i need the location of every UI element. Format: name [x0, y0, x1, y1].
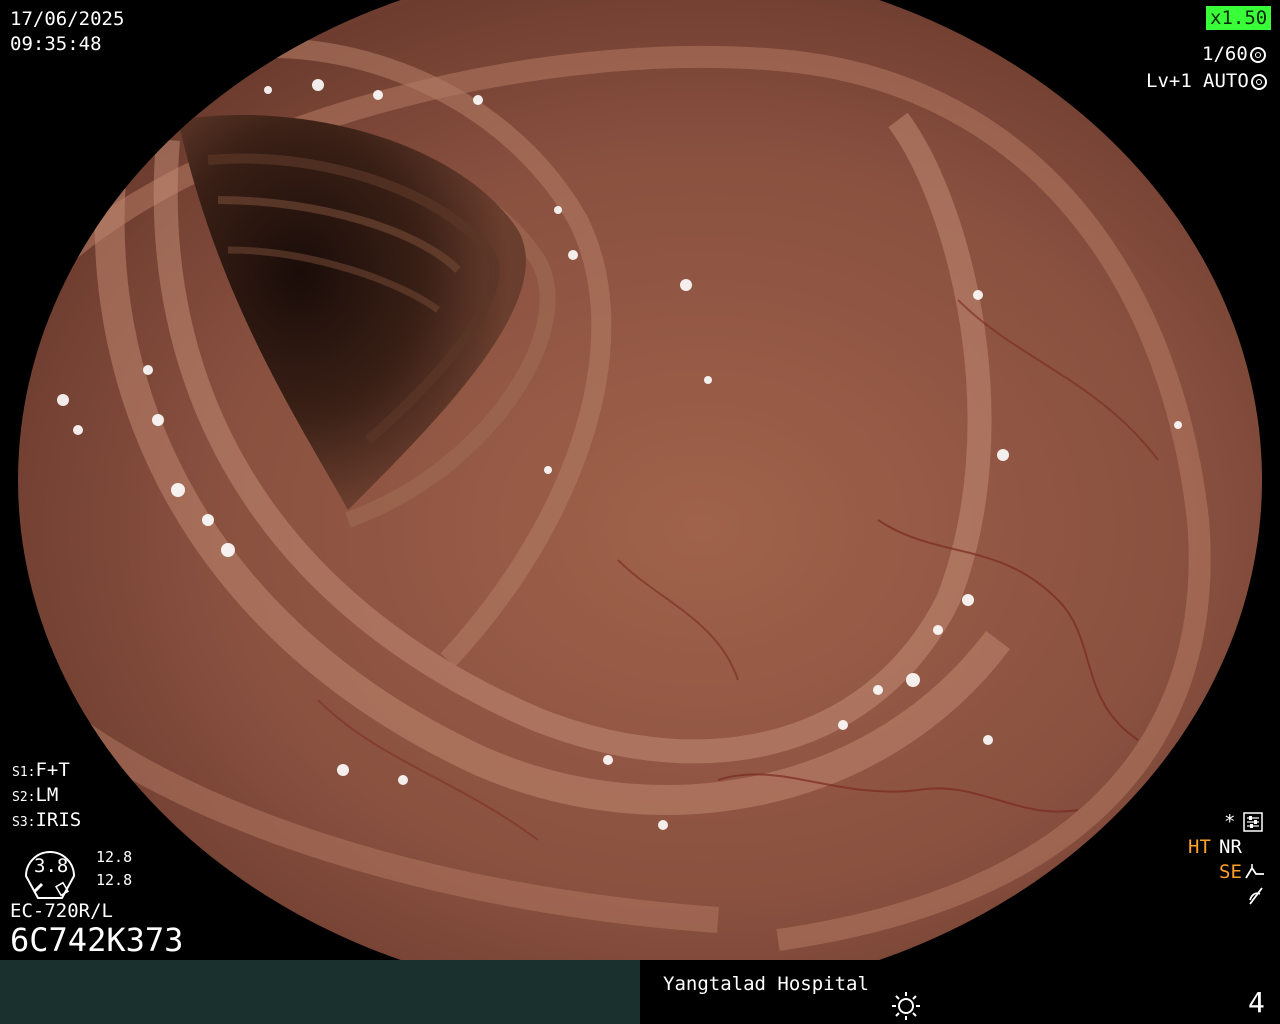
switch-value: IRIS — [35, 809, 82, 831]
switch-s2: S2:LM — [12, 784, 59, 806]
switch-key: S3 — [12, 815, 28, 830]
gauge-right-top: 12.8 — [96, 848, 133, 866]
gauge-value: 3.8 — [34, 855, 69, 877]
gauge-right-bottom: 12.8 — [96, 871, 133, 889]
freeze-off-icon — [1249, 887, 1263, 905]
scope-serial: 6C742K373 — [10, 921, 184, 959]
light-source-icon — [892, 992, 920, 1020]
switch-key: S2 — [12, 790, 28, 805]
asterisk-indicator: * — [1224, 811, 1236, 833]
zoom-badge: x1.50 — [1206, 6, 1272, 30]
iris-icon — [1250, 74, 1267, 90]
switch-value: F+T — [35, 759, 70, 781]
nr-indicator: NR — [1219, 836, 1242, 858]
switch-s3: S3:IRIS — [12, 809, 82, 831]
level-label: Lv+1 — [1146, 70, 1192, 92]
date-label: 17/06/2025 — [10, 8, 125, 30]
settings-sliders-icon — [1243, 812, 1263, 832]
scope-model: EC-720R/L — [10, 900, 113, 922]
shutter-speed-label: 1/60 — [1202, 42, 1266, 66]
switch-s1: S1:F+T — [12, 759, 70, 781]
iris-mode-value: AUTO — [1203, 70, 1249, 92]
bottom-bar-left — [0, 960, 640, 1024]
iris-mode-label: AUTO — [1203, 69, 1267, 93]
structure-enhance-icon — [1245, 864, 1264, 879]
shutter-icon — [1249, 47, 1266, 63]
ht-indicator: HT — [1188, 836, 1211, 858]
time-label: 09:35:48 — [10, 33, 102, 55]
page-number: 4 — [1248, 986, 1265, 1019]
shutter-speed-value: 1/60 — [1202, 43, 1248, 65]
se-indicator: SE — [1219, 861, 1242, 883]
endoscope-view — [18, 0, 1262, 960]
switch-key: S1 — [12, 765, 28, 780]
hospital-name: Yangtalad Hospital — [663, 973, 869, 995]
switch-value: LM — [35, 784, 59, 806]
